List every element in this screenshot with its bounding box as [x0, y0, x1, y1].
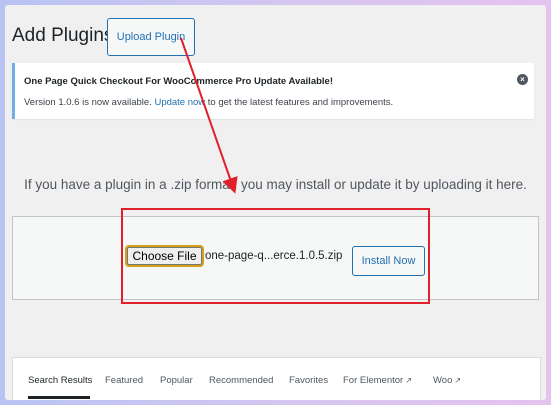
- upload-instructions: If you have a plugin in a .zip format, y…: [24, 177, 527, 192]
- choose-file-button[interactable]: Choose File: [125, 245, 204, 267]
- tab-recommended[interactable]: Recommended: [209, 375, 273, 386]
- tab-label: Search Results: [28, 375, 93, 386]
- tab-featured[interactable]: Featured: [105, 375, 143, 386]
- external-link-icon: ↗: [405, 376, 412, 385]
- tab-for-elementor[interactable]: For Elementor ↗: [343, 375, 412, 386]
- tab-label: For Elementor: [343, 375, 404, 386]
- tab-label: Woo: [433, 375, 453, 386]
- tab-search-results[interactable]: Search Results: [28, 375, 92, 386]
- screen-frame: Add Plugins Upload Plugin One Page Quick…: [5, 5, 546, 400]
- active-tab-indicator: [28, 396, 90, 399]
- tab-label: Favorites: [289, 375, 329, 386]
- update-notice: One Page Quick Checkout For WooCommerce …: [12, 63, 534, 119]
- notice-body: Version 1.0.6 is now available. Update n…: [24, 97, 393, 108]
- selected-file-name: one-page-q...erce.1.0.5.zip: [205, 250, 343, 262]
- tab-popular[interactable]: Popular: [160, 375, 193, 386]
- notice-title: One Page Quick Checkout For WooCommerce …: [24, 76, 333, 87]
- dismiss-icon[interactable]: ×: [517, 74, 528, 85]
- notice-text-before: Version 1.0.6 is now available.: [24, 97, 155, 108]
- update-now-link[interactable]: Update now: [154, 97, 205, 108]
- page-title: Add Plugins: [12, 25, 114, 46]
- plugin-filter-tabs: Search Results Featured Popular Recommen…: [12, 357, 541, 400]
- notice-text-after: to get the latest features and improveme…: [205, 97, 394, 108]
- tab-label: Featured: [105, 375, 144, 386]
- tab-favorites[interactable]: Favorites: [289, 375, 328, 386]
- install-now-button[interactable]: Install Now: [352, 246, 425, 276]
- tab-label: Recommended: [209, 375, 274, 386]
- tab-woo[interactable]: Woo ↗: [433, 375, 461, 386]
- external-link-icon: ↗: [454, 376, 462, 385]
- upload-plugin-button[interactable]: Upload Plugin: [107, 18, 195, 56]
- tab-label: Popular: [160, 375, 193, 386]
